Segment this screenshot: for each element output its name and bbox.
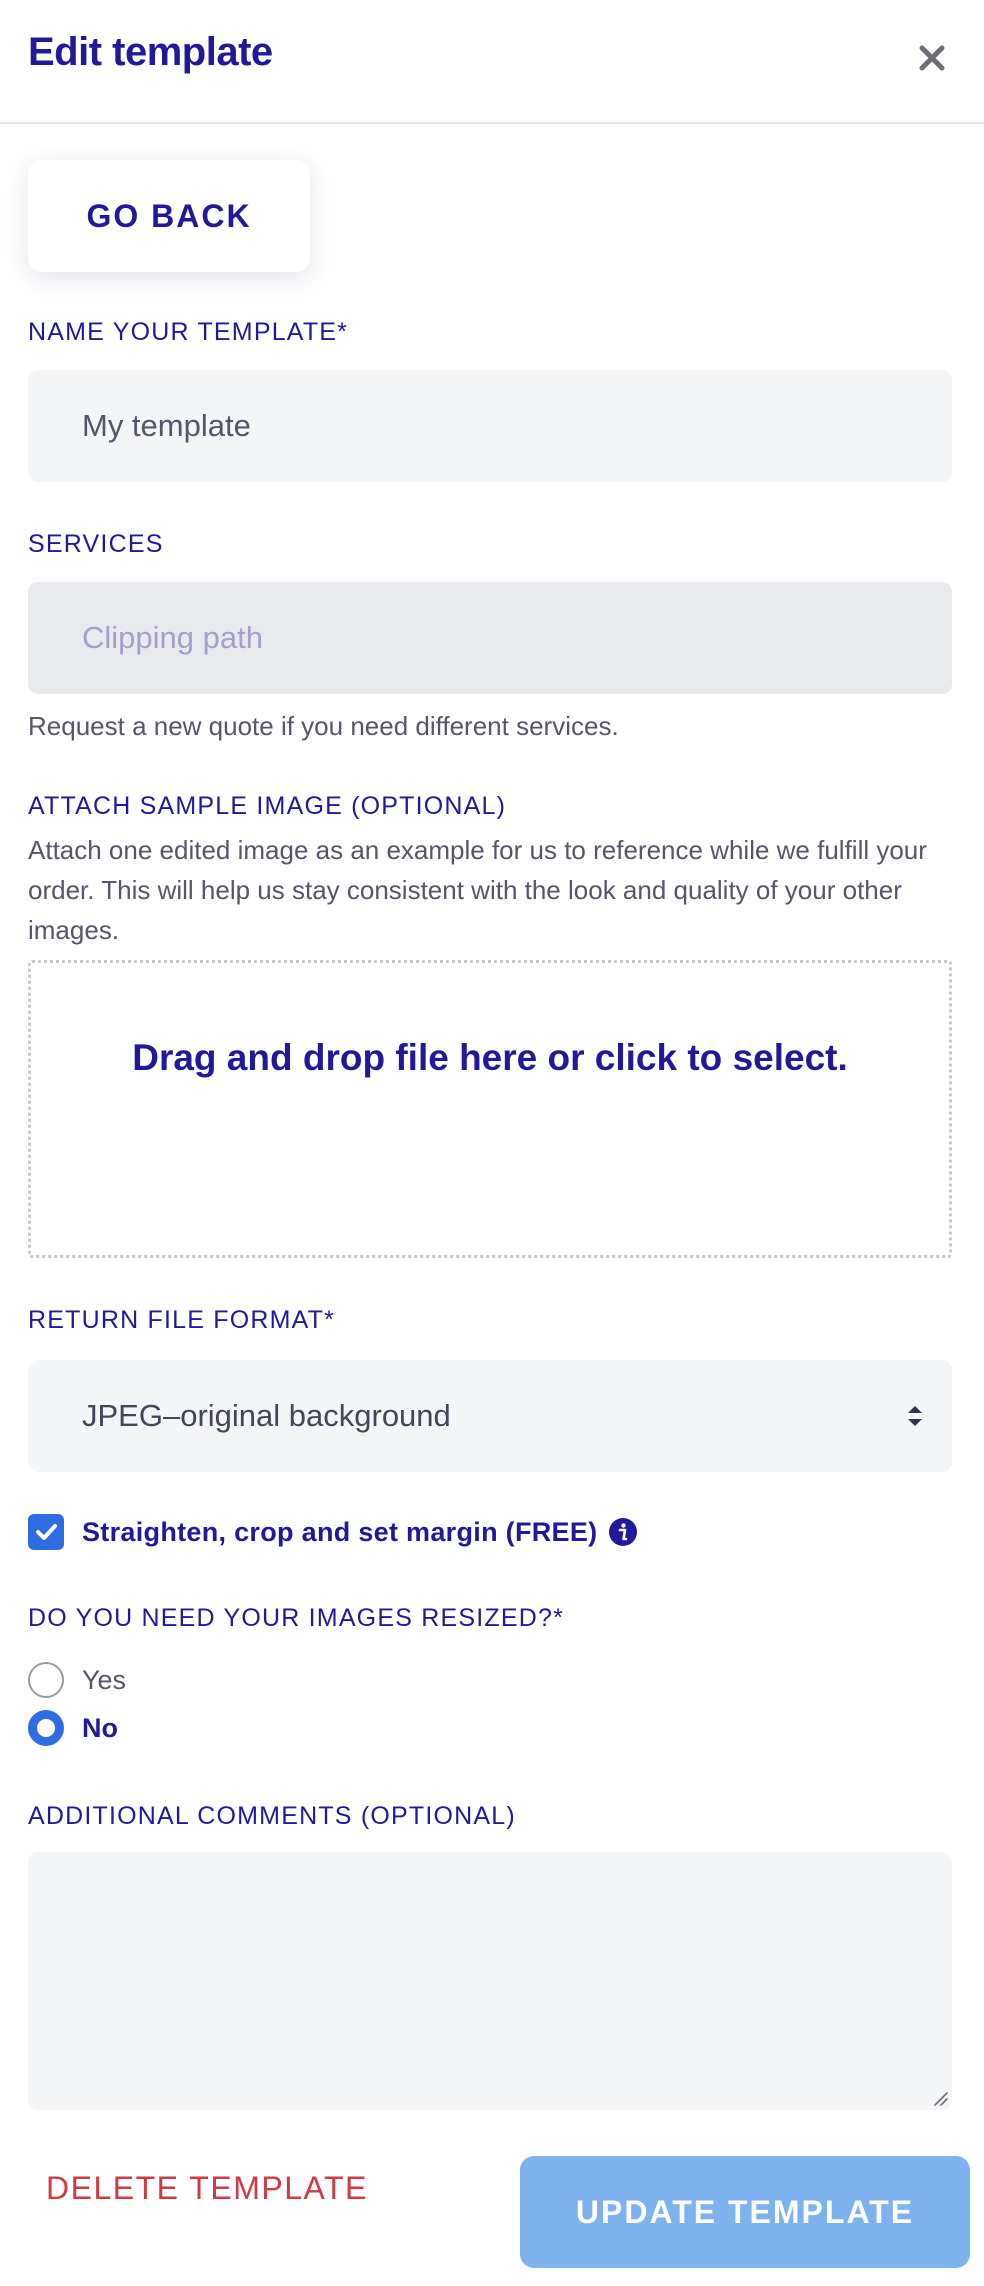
sample-image-description: Attach one edited image as an example fo… [28,835,927,945]
page-title: Edit template [28,30,273,74]
go-back-button[interactable]: GO BACK [28,160,310,272]
return-format-value: JPEG–original background [82,1398,451,1433]
return-format-label: RETURN FILE FORMAT* [28,1306,336,1334]
checkmark-icon [36,1524,57,1540]
delete-template-button[interactable]: DELETE TEMPLATE [46,2170,368,2207]
comments-label: ADDITIONAL COMMENTS (OPTIONAL) [28,1802,516,1830]
resize-yes-label[interactable]: Yes [82,1662,126,1698]
file-dropzone[interactable]: Drag and drop file here or click to sele… [28,960,952,1258]
straighten-checkbox[interactable] [28,1514,64,1550]
close-icon[interactable] [912,38,952,78]
return-format-select[interactable]: JPEG–original background [28,1360,952,1472]
modal-header: Edit template [0,0,984,124]
straighten-label[interactable]: Straighten, crop and set margin (FREE) [82,1514,597,1550]
sample-image-label: ATTACH SAMPLE IMAGE (OPTIONAL) [28,792,507,820]
resize-label: DO YOU NEED YOUR IMAGES RESIZED?* [28,1604,565,1632]
resize-handle-icon[interactable] [932,2090,948,2106]
services-label: SERVICES [28,530,164,558]
template-name-input[interactable]: My template [28,370,952,482]
services-help-text: Request a new quote if you need differen… [28,711,619,741]
dropzone-text: Drag and drop file here or click to sele… [132,1037,848,1078]
update-template-button[interactable]: UPDATE TEMPLATE [520,2156,970,2268]
select-arrows-icon [908,1406,922,1426]
services-input: Clipping path [28,582,952,694]
info-icon[interactable] [608,1517,638,1547]
resize-no-label[interactable]: No [82,1710,118,1746]
template-name-label: NAME YOUR TEMPLATE* [28,318,349,346]
resize-no-radio[interactable] [28,1710,64,1746]
comments-textarea[interactable] [28,1852,952,2110]
resize-yes-radio[interactable] [28,1662,64,1698]
